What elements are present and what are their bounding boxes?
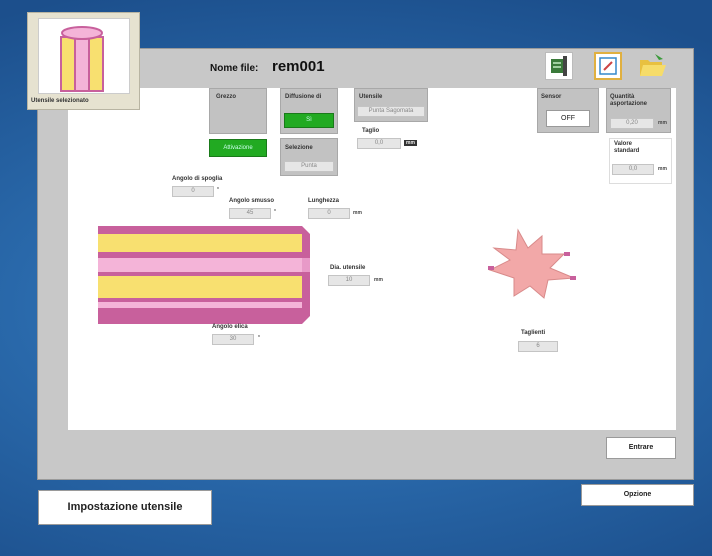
selezione-title: Selezione [285,145,313,151]
angolo-spoglia-label: Angolo di spoglia [172,176,223,182]
selezione-select[interactable]: Punta [284,161,334,172]
thumbnail-label: Utensile selezionato [31,98,89,104]
valore-unit: mm [658,166,667,172]
tool-cross-section [488,228,576,299]
tool-settings-icon[interactable] [545,52,573,80]
angolo-smusso-unit: ° [274,209,276,215]
lunghezza-input[interactable]: 0 [308,208,350,219]
valore-title: Valore standard [614,141,640,154]
sensor-title: Sensor [541,94,562,100]
tool-side-view [98,226,310,324]
diffusione-title: Diffusione di [285,94,322,100]
taglio-unit: mm [404,140,417,146]
taglienti-label: Taglienti [521,330,546,336]
utensile-title: Utensile [359,94,383,100]
lunghezza-unit: mm [353,210,362,216]
options-button[interactable]: Opzione [581,484,694,506]
folder-open-icon[interactable] [637,52,666,80]
angolo-elica-label: Angolo elica [212,324,248,330]
angolo-elica-input[interactable]: 30 [212,334,254,345]
angolo-spoglia-input[interactable]: 0 [172,186,214,197]
quantita-unit: mm [658,120,667,126]
attivazione-button[interactable]: Attivazione [209,139,267,157]
taglio-input[interactable]: 0,0 [357,138,401,149]
taglienti-select[interactable]: 6 [518,341,558,352]
tool-thumbnail-image [38,18,130,94]
sensor-toggle[interactable]: OFF [546,110,590,127]
angolo-smusso-input[interactable]: 45 [229,208,271,219]
diffusione-toggle[interactable]: Sì [284,113,334,128]
enter-button[interactable]: Entrare [606,437,676,459]
dia-utensile-unit: mm [374,277,383,283]
quantita-input[interactable]: 0,20 [610,118,654,129]
utensile-select[interactable]: Punta Sagomata [357,106,425,117]
quantita-title: Quantità asportazione [610,94,648,107]
angolo-smusso-label: Angolo smusso [229,198,275,204]
angolo-spoglia-unit: ° [217,187,219,193]
selected-tool-thumbnail[interactable]: Utensile selezionato [27,12,140,110]
edit-icon[interactable] [594,52,622,80]
valore-input[interactable]: 0,0 [612,164,654,175]
dia-utensile-label: Dia. utensile [330,265,366,271]
angolo-elica-unit: ° [258,335,260,341]
dia-utensile-input[interactable]: 10 [328,275,370,286]
taglio-label: Taglio [362,128,380,134]
file-name-label: Nome file: [210,63,259,74]
page-title: Impostazione utensile [38,490,212,525]
grezzo-title: Grezzo [216,94,237,100]
lunghezza-label: Lunghezza [308,198,339,204]
file-name-value: rem001 [272,58,325,75]
